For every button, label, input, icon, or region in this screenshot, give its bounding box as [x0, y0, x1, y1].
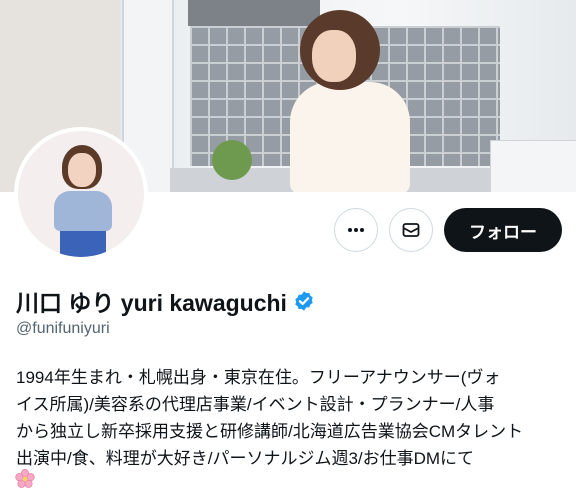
name-row: 川口 ゆり yuri kawaguchi [16, 284, 315, 318]
banner-microwave [490, 140, 576, 192]
bio-line: イス所属)/美容系の代理店事業/イベント設計・プランナー/人事 [16, 395, 495, 414]
banner-person-face [312, 30, 356, 82]
bio-line: 1994年生まれ・札幌出身・東京在住。フリーアナウンサー(ヴォ [16, 368, 501, 387]
bio-line: から独立し新卒採用支援と研修講師/北海道広告業協会CMタレント [16, 422, 524, 441]
avatar-face [68, 153, 96, 187]
avatar-top [54, 191, 112, 231]
bio-line: 出演中/食、料理が大好き/パーソナルジム週3/お仕事DMにて [16, 449, 475, 468]
profile-avatar[interactable] [14, 127, 148, 261]
banner-plant [212, 140, 252, 180]
follow-button[interactable]: フォロー [444, 208, 562, 252]
envelope-icon [402, 223, 420, 237]
more-horizontal-icon [348, 228, 364, 232]
profile-bio: 1994年生まれ・札幌出身・東京在住。フリーアナウンサー(ヴォ イス所属)/美容… [16, 364, 564, 472]
cherry-blossom-icon [15, 469, 35, 488]
more-button[interactable] [334, 208, 378, 252]
banner-person-body [290, 82, 410, 192]
verified-badge-icon[interactable] [293, 290, 315, 312]
avatar-photo [18, 131, 144, 257]
banner-range-hood [188, 0, 320, 26]
message-button[interactable] [389, 208, 433, 252]
display-name: 川口 ゆり yuri kawaguchi [16, 290, 287, 316]
user-handle: @funifuniyuri [16, 320, 110, 337]
avatar-skirt [60, 227, 106, 257]
